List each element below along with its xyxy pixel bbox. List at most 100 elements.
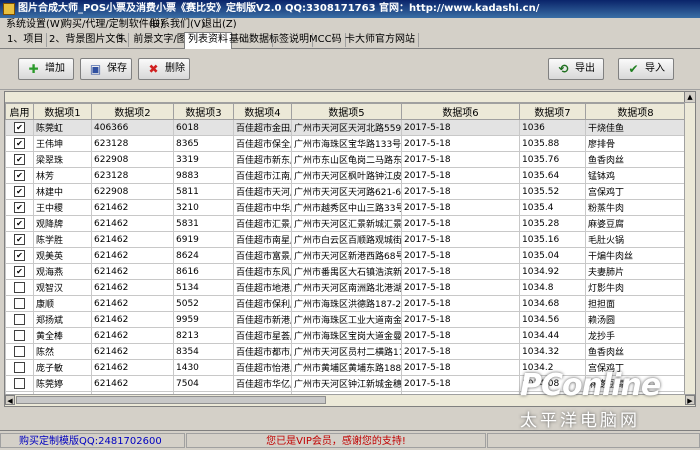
table-cell[interactable]: 6919 xyxy=(173,231,234,248)
column-header[interactable]: 数据项5 xyxy=(291,103,402,120)
table-cell[interactable]: 宫保鸡丁 xyxy=(585,183,686,200)
scroll-up-arrow-icon[interactable]: ▲ xyxy=(684,92,695,102)
table-cell[interactable]: 百佳超市金田店 xyxy=(233,119,292,136)
table-cell[interactable]: 广州市番禺区大石镇浩滨新城 xyxy=(291,263,402,280)
table-row[interactable]: ✔ 梁翠珠6229083319百佳超市新东店广州市东山区龟岗二马路东山2017-5… xyxy=(5,151,686,168)
enable-checkbox[interactable] xyxy=(14,282,25,293)
table-cell[interactable]: 康顺 xyxy=(33,295,92,312)
table-cell[interactable]: 粉蒸牛肉 xyxy=(585,199,686,216)
table-cell[interactable]: 百佳超市汇景店 xyxy=(233,215,292,232)
table-cell[interactable]: 毛肚火锅 xyxy=(585,231,686,248)
table-cell[interactable]: 陈莞婷 xyxy=(33,375,92,392)
table-cell[interactable]: 2017-5-18 xyxy=(401,327,520,344)
table-cell[interactable]: 2017-5-18 xyxy=(401,295,520,312)
table-cell[interactable]: 百佳超市富景店 xyxy=(233,247,292,264)
table-cell[interactable]: 广州市白云区百顺路观城街坊 xyxy=(291,231,402,248)
table-row[interactable]: 陈然6214628354百佳超市都市店广州市天河区员村二横路11号2017-5-… xyxy=(5,343,686,360)
enable-checkbox[interactable]: ✔ xyxy=(14,154,25,165)
table-cell[interactable]: 622908 xyxy=(91,151,174,168)
table-cell[interactable]: 干烧佳鱼 xyxy=(585,119,686,136)
enable-checkbox[interactable]: ✔ xyxy=(14,250,25,261)
table-cell[interactable]: 9959 xyxy=(173,311,234,328)
table-cell[interactable]: 1036 xyxy=(519,119,586,136)
import-button[interactable]: ✔ 导入 xyxy=(618,58,674,80)
table-cell[interactable]: 2017-5-18 xyxy=(401,151,520,168)
table-cell[interactable]: 1034.44 xyxy=(519,327,586,344)
table-cell[interactable]: 林建中 xyxy=(33,183,92,200)
table-cell[interactable]: 王中稷 xyxy=(33,199,92,216)
enable-checkbox[interactable] xyxy=(14,346,25,357)
table-cell[interactable]: 1035.28 xyxy=(519,215,586,232)
enable-checkbox[interactable]: ✔ xyxy=(14,218,25,229)
table-cell[interactable]: 林芳 xyxy=(33,167,92,184)
table-cell[interactable]: 621462 xyxy=(91,295,174,312)
table-cell[interactable]: 观美英 xyxy=(33,247,92,264)
table-cell[interactable]: 广州市天河区新港西路68号 xyxy=(291,247,402,264)
add-button[interactable]: ✚ 增加 xyxy=(18,58,74,80)
menu-purchase[interactable]: 购买/代理/定制软件(U) xyxy=(62,18,164,32)
table-cell[interactable]: 百佳超市保利店 xyxy=(233,295,292,312)
table-cell[interactable]: 广州市东山区龟岗二马路东山 xyxy=(291,151,402,168)
table-cell[interactable]: 623128 xyxy=(91,135,174,152)
table-cell[interactable]: 621462 xyxy=(91,279,174,296)
table-cell[interactable]: 廖排骨 xyxy=(585,135,686,152)
table-row[interactable]: ✔ 观降牌6214625831百佳超市汇景店广州市天河区汇景新城汇景北2017-5… xyxy=(5,215,686,232)
vertical-scrollbar[interactable] xyxy=(684,103,695,395)
column-header[interactable]: 数据项6 xyxy=(401,103,520,120)
table-cell[interactable]: 1035.64 xyxy=(519,167,586,184)
column-header[interactable]: 数据项3 xyxy=(173,103,234,120)
table-cell[interactable]: 621462 xyxy=(91,199,174,216)
enable-checkbox[interactable]: ✔ xyxy=(14,234,25,245)
table-cell[interactable]: 621462 xyxy=(91,327,174,344)
horizontal-scrollbar[interactable]: ◀ ▶ xyxy=(5,394,695,406)
table-cell[interactable]: 百佳超市南星店 xyxy=(233,231,292,248)
table-cell[interactable]: 广州市越秀区中山三路33号中 xyxy=(291,199,402,216)
table-cell[interactable]: 陈然 xyxy=(33,343,92,360)
column-header[interactable]: 数据项7 xyxy=(519,103,586,120)
table-cell[interactable]: 百佳超市东风店 xyxy=(233,263,292,280)
table-row[interactable]: 观智汉6214625134百佳超市地港店广州市天河区南洲路北港湖2017-5-1… xyxy=(5,279,686,296)
column-header[interactable]: 启用 xyxy=(5,103,34,120)
table-cell[interactable]: 庞子敏 xyxy=(33,359,92,376)
table-row[interactable]: ✔ 王伟坤6231288365百佳超市保全店广州市海珠区宝华路133号佳2017-… xyxy=(5,135,686,152)
table-cell[interactable]: 5811 xyxy=(173,183,234,200)
table-cell[interactable]: 观海燕 xyxy=(33,263,92,280)
table-cell[interactable]: 1035.16 xyxy=(519,231,586,248)
table-cell[interactable]: 621462 xyxy=(91,311,174,328)
table-cell[interactable]: 梁翠珠 xyxy=(33,151,92,168)
table-row[interactable]: 康顺6214625052百佳超市保利店广州市海珠区洪德路187-22017-5-… xyxy=(5,295,686,312)
table-row[interactable]: 陈莞婷6214627504百佳超市华亿店广州市天河区钟江新城金穗路2017-5-… xyxy=(5,375,686,392)
tab-list-data[interactable]: 列表资料 xyxy=(184,32,232,49)
tab-mcc[interactable]: MCC码 xyxy=(306,33,346,47)
enable-checkbox[interactable] xyxy=(14,298,25,309)
table-cell[interactable]: 广州市天河区天河路621-629 xyxy=(291,183,402,200)
table-cell[interactable]: 麻婆豆腐 xyxy=(585,215,686,232)
table-cell[interactable]: 2017-5-18 xyxy=(401,231,520,248)
table-cell[interactable]: 1034.32 xyxy=(519,343,586,360)
table-cell[interactable]: 8213 xyxy=(173,327,234,344)
table-cell[interactable]: 621462 xyxy=(91,343,174,360)
table-cell[interactable]: 2017-5-18 xyxy=(401,263,520,280)
table-row[interactable]: ✔ 观美英6214628624百佳超市富景店广州市天河区新港西路68号2017-5… xyxy=(5,247,686,264)
column-header[interactable]: 数据项8 xyxy=(585,103,686,120)
table-cell[interactable]: 鱼香肉丝 xyxy=(585,343,686,360)
table-cell[interactable]: 1430 xyxy=(173,359,234,376)
table-cell[interactable]: 1034.08 xyxy=(519,375,586,392)
menu-exit[interactable]: 退出(Z) xyxy=(202,18,237,32)
table-cell[interactable]: 2017-5-18 xyxy=(401,119,520,136)
table-row[interactable]: 庞子敏6214621430百佳超市怡港店广州市黄埔区黄埔东路188号2017-5… xyxy=(5,359,686,376)
table-cell[interactable]: 担担面 xyxy=(585,295,686,312)
table-cell[interactable]: 1035.04 xyxy=(519,247,586,264)
table-cell[interactable]: 鱼香肉丝 xyxy=(585,151,686,168)
table-cell[interactable]: 5831 xyxy=(173,215,234,232)
table-cell[interactable]: 郑扬斌 xyxy=(33,311,92,328)
table-cell[interactable]: 406366 xyxy=(91,119,174,136)
table-cell[interactable]: 百佳超市保全店 xyxy=(233,135,292,152)
table-row[interactable]: 黄全棒6214628213百佳超市星荟店广州市海珠区宝岗大道金曼大2017-5-… xyxy=(5,327,686,344)
table-cell[interactable]: 广州市海珠区工业大道南金紫 xyxy=(291,311,402,328)
table-cell[interactable]: 百佳超市地港店 xyxy=(233,279,292,296)
table-row[interactable]: ✔ 观海燕6214628616百佳超市东风店广州市番禺区大石镇浩滨新城2017-5… xyxy=(5,263,686,280)
table-row[interactable]: ✔ 陈莞虹4063666018百佳超市金田店广州市天河区天河北路559号2017-… xyxy=(5,119,686,136)
table-cell[interactable]: 5134 xyxy=(173,279,234,296)
table-cell[interactable]: 广州市天河区枫叶路钟江皮影 xyxy=(291,167,402,184)
